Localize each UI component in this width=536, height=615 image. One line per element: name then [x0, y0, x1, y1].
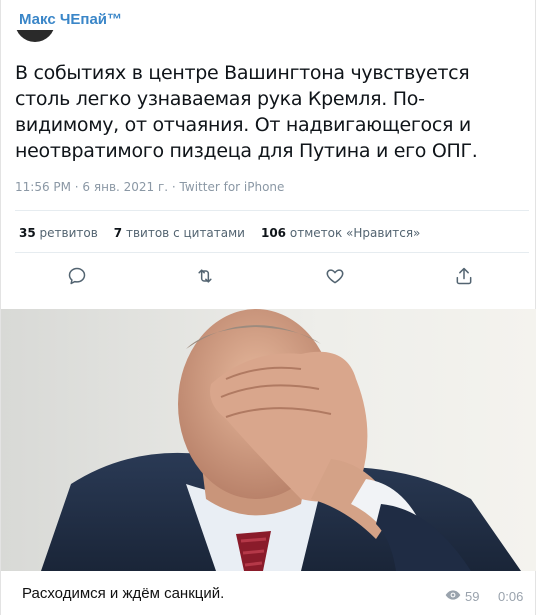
- like-icon[interactable]: [323, 264, 347, 288]
- tweet-actions: [1, 264, 536, 290]
- post-caption: Расходимся и ждём санкций.: [22, 585, 225, 602]
- divider: [15, 210, 529, 211]
- views-count: 59: [465, 589, 480, 604]
- share-icon[interactable]: [452, 264, 476, 288]
- tweet-meta: 11:56 PM · 6 янв. 2021 г. · Twitter for …: [15, 180, 285, 194]
- tweet-stats: 35 ретвитов 7 твитов с цитатами 106 отме…: [19, 226, 420, 240]
- retweets-stat[interactable]: 35 ретвитов: [19, 226, 98, 240]
- tweet-text: В событиях в центре Вашингтона чувствует…: [15, 62, 478, 162]
- eye-icon: [445, 589, 461, 604]
- post-time: 0:06: [498, 589, 524, 604]
- author-name[interactable]: Макс ЧЕпай™: [19, 11, 122, 28]
- views-counter: 59: [445, 589, 479, 604]
- divider: [15, 252, 529, 253]
- reply-icon[interactable]: [65, 264, 89, 288]
- likes-stat[interactable]: 106 отметок «Нравится»: [261, 226, 420, 240]
- channel-post: Макс ЧЕпай™ В событиях в центре Вашингто…: [0, 0, 536, 615]
- retweet-icon[interactable]: [193, 264, 217, 288]
- quotes-stat[interactable]: 7 твитов с цитатами: [114, 226, 245, 240]
- post-photo[interactable]: [1, 309, 536, 571]
- avatar: [15, 30, 55, 42]
